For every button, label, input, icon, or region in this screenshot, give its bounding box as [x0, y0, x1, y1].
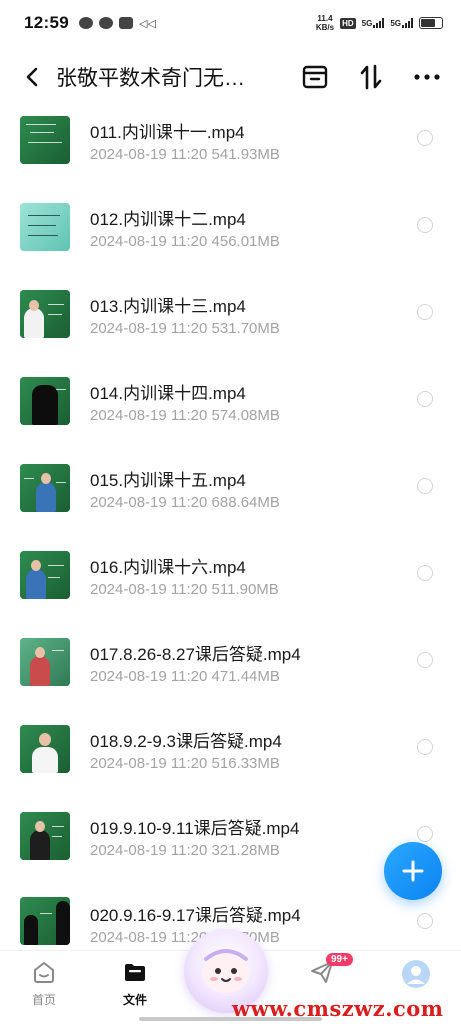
file-name: 012.内训课十二.mp4	[90, 210, 246, 229]
app-notification-icon	[98, 17, 113, 29]
file-row[interactable]: 015.内训课十五.mp4 2024-08-19 11:20 688.64MB	[0, 456, 461, 543]
page-title: 张敬平数术奇门无…	[56, 67, 245, 90]
video-thumbnail	[20, 812, 70, 860]
sort-button[interactable]	[357, 63, 385, 91]
signal-5g-1-label: 5G	[361, 19, 373, 28]
hd-badge: HD	[340, 17, 356, 29]
network-speed-value: 11.4	[317, 14, 333, 23]
signal-5g-1: 5G	[362, 18, 385, 28]
avatar-icon	[402, 960, 430, 988]
home-icon	[34, 962, 54, 983]
select-radio[interactable]	[417, 565, 433, 581]
chevron-left-icon	[26, 67, 38, 87]
more-icon	[414, 74, 440, 80]
select-radio[interactable]	[417, 130, 433, 146]
add-button[interactable]	[384, 842, 442, 900]
video-thumbnail	[20, 638, 70, 686]
network-speed: 11.4 KB/s	[316, 14, 334, 32]
plus-icon	[402, 860, 424, 882]
more-button[interactable]	[413, 63, 441, 91]
nav-files[interactable]: 文件	[105, 959, 165, 1008]
file-row[interactable]: 013.内训课十三.mp4 2024-08-19 11:20 531.70MB	[0, 282, 461, 369]
network-speed-unit: KB/s	[315, 23, 335, 32]
file-row[interactable]: 012.内训课十二.mp4 2024-08-19 11:20 456.01MB	[0, 195, 461, 282]
file-meta: 2024-08-19 11:20 531.70MB	[90, 320, 280, 337]
file-meta: 2024-08-19 11:20 471.44MB	[90, 668, 280, 685]
file-name: 011.内训课十一.mp4	[90, 123, 245, 142]
video-thumbnail	[20, 203, 70, 251]
file-row[interactable]: 011.内训课十一.mp4 2024-08-19 11:20 541.93MB	[0, 108, 461, 195]
file-meta: 2024-08-19 11:20 456.01MB	[90, 233, 280, 250]
watermark: www.cmszwz.com	[232, 996, 444, 1021]
signal-bars-icon	[373, 18, 385, 28]
file-list: 011.内训课十一.mp4 2024-08-19 11:20 541.93MB …	[0, 108, 461, 950]
wechat-icon	[78, 17, 93, 29]
archive-icon	[302, 65, 328, 89]
archive-button[interactable]	[301, 63, 329, 91]
file-row[interactable]: 018.9.2-9.3课后答疑.mp4 2024-08-19 11:20 516…	[0, 717, 461, 804]
select-radio[interactable]	[417, 304, 433, 320]
select-radio[interactable]	[417, 391, 433, 407]
nav-home[interactable]: 首页	[14, 959, 74, 1008]
file-name: 017.8.26-8.27课后答疑.mp4	[90, 645, 301, 664]
notification-badge: 99+	[326, 953, 353, 966]
header-actions	[301, 63, 441, 91]
battery-icon	[419, 17, 443, 29]
file-meta: 2024-08-19 11:20 541.93MB	[90, 146, 280, 163]
video-thumbnail	[20, 290, 70, 338]
back-button[interactable]	[20, 65, 44, 89]
sort-icon	[360, 64, 382, 90]
folder-icon	[125, 964, 145, 981]
video-thumbnail	[20, 377, 70, 425]
file-name: 014.内训课十四.mp4	[90, 384, 246, 403]
status-bar: 12:59 ◁◁ 11.4 KB/s HD 5G 5G	[0, 0, 461, 46]
select-radio[interactable]	[417, 652, 433, 668]
file-name: 019.9.10-9.11课后答疑.mp4	[90, 819, 300, 838]
file-name: 013.内训课十三.mp4	[90, 297, 246, 316]
file-meta: 2024-08-19 11:20 688.64MB	[90, 494, 280, 511]
select-radio[interactable]	[417, 217, 433, 233]
file-meta: 2024-08-19 11:20 574.08MB	[90, 407, 280, 424]
video-thumbnail	[20, 116, 70, 164]
file-row[interactable]: 014.内训课十四.mp4 2024-08-19 11:20 574.08MB	[0, 369, 461, 456]
select-radio[interactable]	[417, 739, 433, 755]
header: 张敬平数术奇门无…	[0, 46, 461, 108]
select-radio[interactable]	[417, 913, 433, 929]
status-right: 11.4 KB/s HD 5G 5G	[316, 14, 443, 32]
file-meta: 2024-08-19 11:20 516.33MB	[90, 755, 280, 772]
select-radio[interactable]	[417, 478, 433, 494]
cloud-icon	[118, 17, 133, 29]
signal-5g-2-label: 5G	[390, 19, 401, 28]
nav-share[interactable]: 99+	[292, 953, 353, 985]
file-name: 016.内训课十六.mp4	[90, 558, 246, 577]
status-time: 12:59	[24, 13, 69, 32]
video-thumbnail	[20, 551, 70, 599]
select-radio[interactable]	[417, 826, 433, 842]
rewind-icon: ◁◁	[138, 17, 156, 30]
file-row[interactable]: 016.内训课十六.mp4 2024-08-19 11:20 511.90MB	[0, 543, 461, 630]
notification-icons: ◁◁	[78, 17, 156, 30]
signal-5g-2: 5G	[390, 18, 413, 28]
file-name: 018.9.2-9.3课后答疑.mp4	[90, 732, 282, 751]
video-thumbnail	[20, 897, 70, 945]
nav-profile[interactable]	[386, 959, 446, 989]
file-name: 020.9.16-9.17课后答疑.mp4	[90, 906, 301, 925]
nav-home-label: 首页	[31, 993, 56, 1007]
signal-bars-icon	[402, 18, 413, 28]
file-name: 015.内训课十五.mp4	[90, 471, 246, 490]
file-meta: 2024-08-19 11:20 511.90MB	[90, 581, 279, 598]
video-thumbnail	[20, 464, 70, 512]
file-meta: 2024-08-19 11:20 321.28MB	[90, 842, 280, 859]
video-thumbnail	[20, 725, 70, 773]
file-row[interactable]: 017.8.26-8.27课后答疑.mp4 2024-08-19 11:20 4…	[0, 630, 461, 717]
nav-files-label: 文件	[122, 993, 147, 1007]
